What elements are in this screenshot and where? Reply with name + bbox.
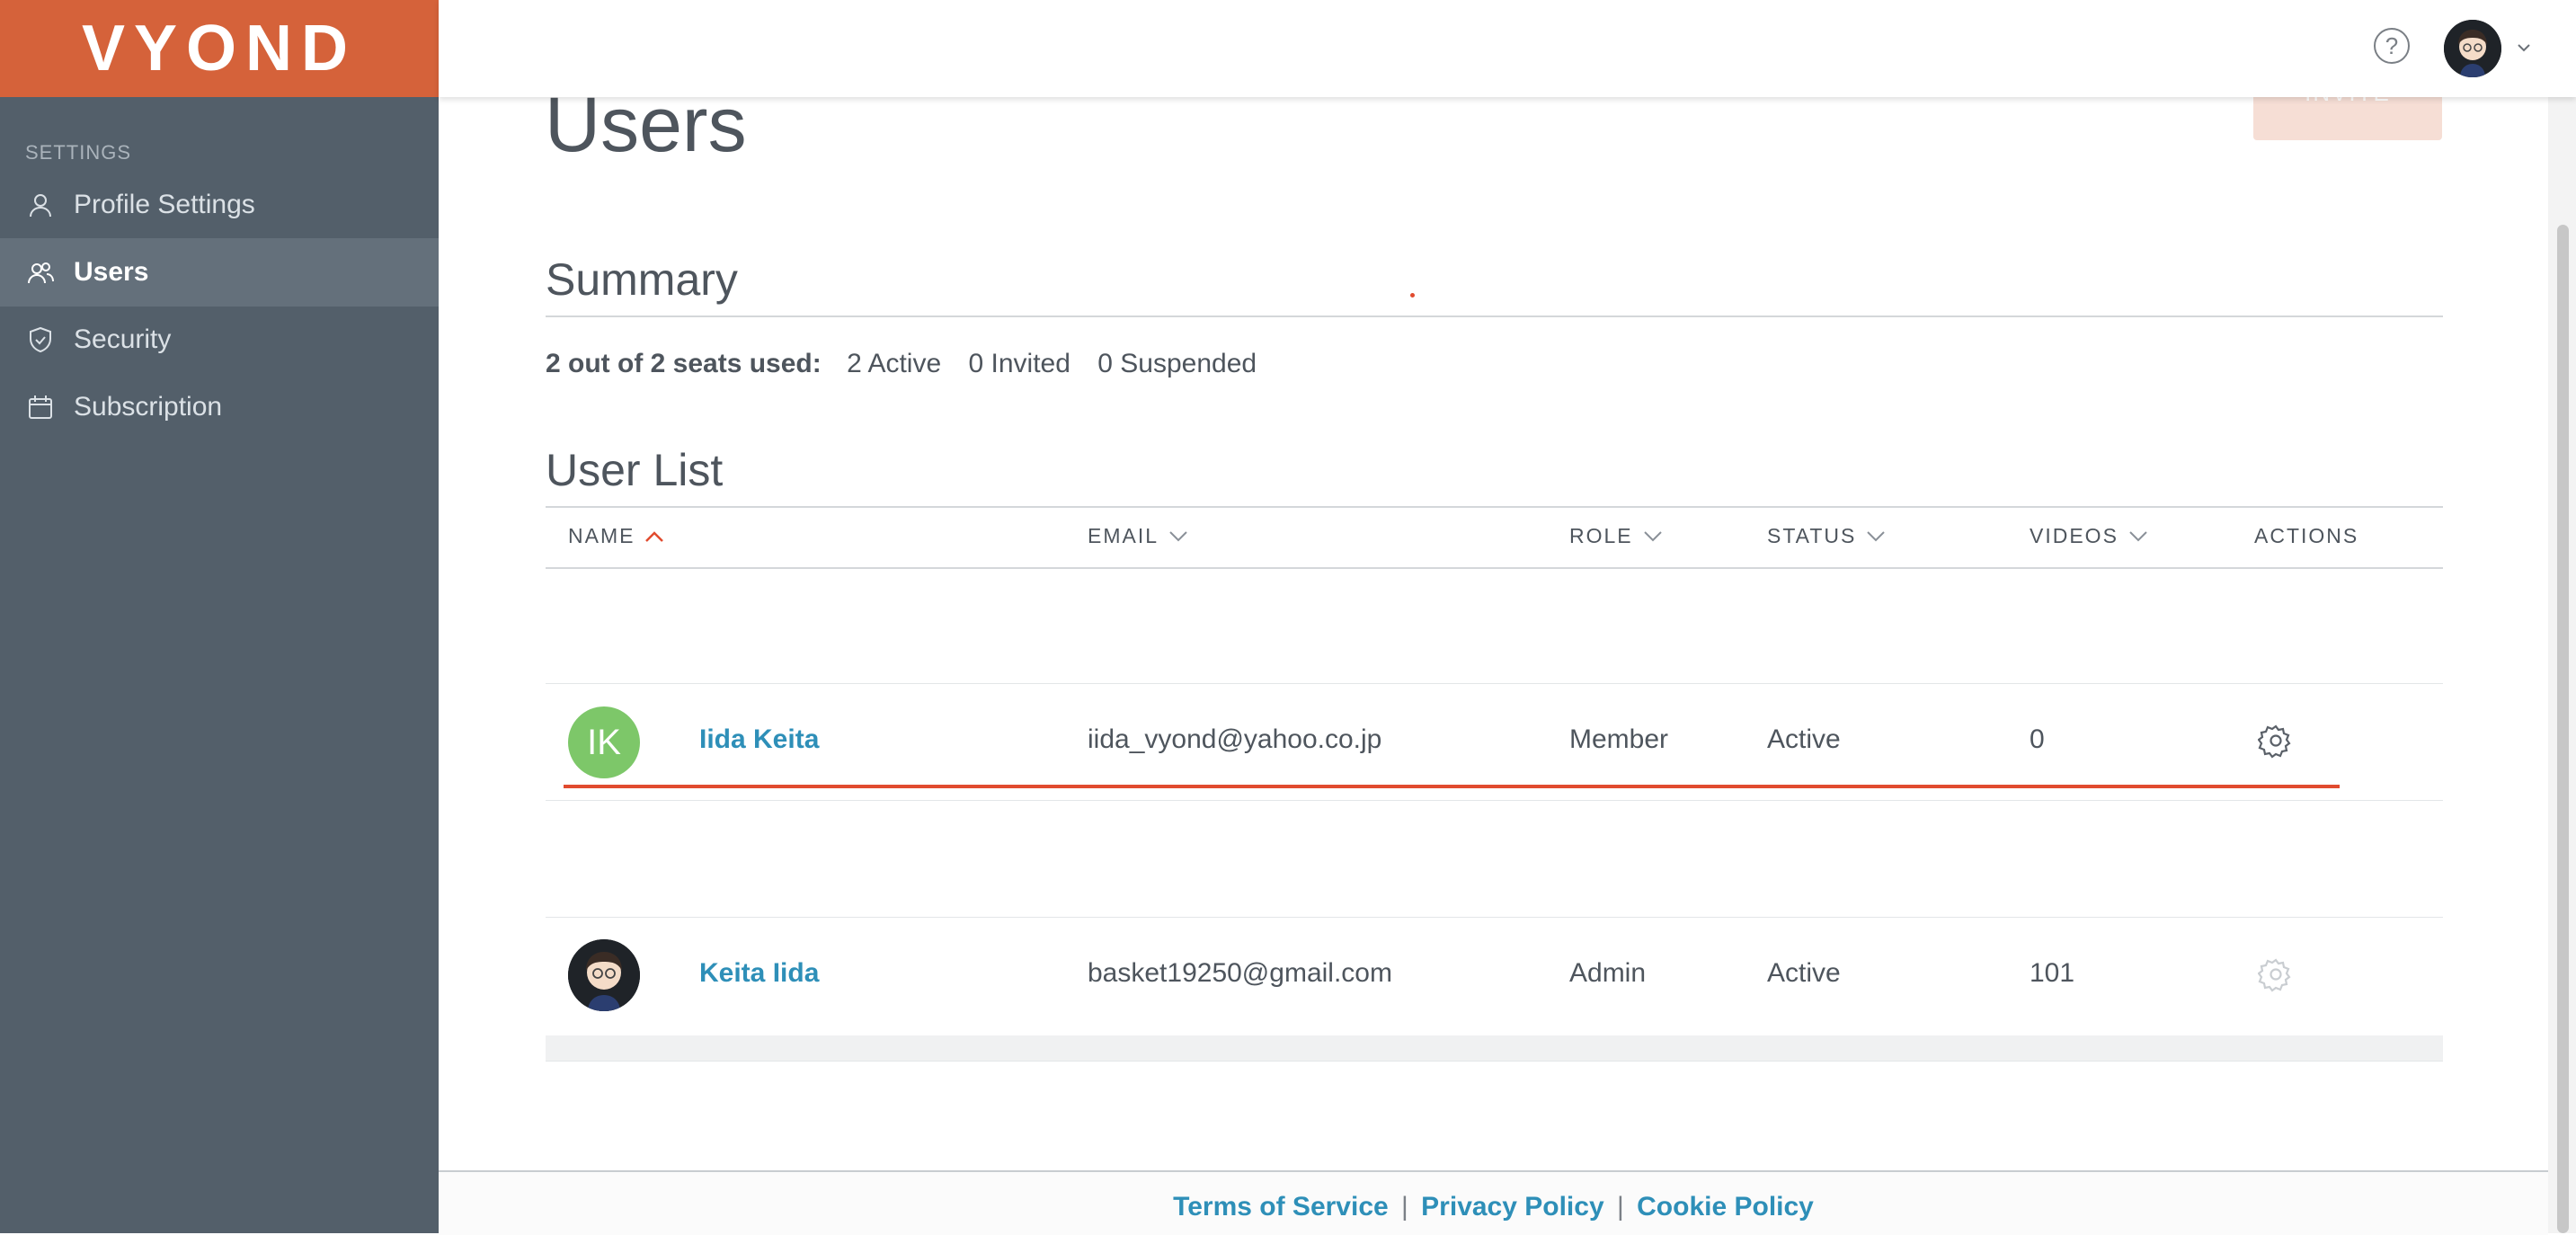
user-name-link[interactable]: Iida Keita — [699, 724, 819, 755]
sidebar-item-profile-settings[interactable]: Profile Settings — [0, 171, 439, 239]
logo-text: VYOND — [81, 13, 358, 84]
summary-divider — [546, 315, 2443, 317]
help-glyph: ? — [2385, 31, 2399, 59]
column-header-role[interactable]: ROLE — [1569, 524, 1664, 548]
gear-icon — [2258, 958, 2291, 992]
red-dot-marker — [1410, 293, 1415, 298]
user-avatar[interactable] — [2444, 20, 2501, 77]
table-bottom-bar — [546, 1035, 2443, 1062]
row-separator — [546, 800, 2443, 801]
suspended-count: 0 Suspended — [1097, 349, 1257, 378]
cookie-policy-link[interactable]: Cookie Policy — [1637, 1192, 1814, 1222]
sidebar-item-label: Users — [74, 257, 149, 287]
sidebar-item-label: Subscription — [74, 392, 223, 422]
chevron-down-icon[interactable] — [2516, 40, 2532, 56]
footer-separator: | — [1401, 1192, 1408, 1222]
column-header-status[interactable]: STATUS — [1767, 524, 1887, 548]
sidebar-item-subscription[interactable]: Subscription — [0, 373, 439, 441]
privacy-policy-link[interactable]: Privacy Policy — [1421, 1192, 1603, 1222]
row-separator — [546, 683, 2443, 684]
user-status: Active — [1767, 724, 1841, 754]
scrollbar-thumb[interactable] — [2557, 225, 2569, 1233]
footer-separator: | — [1616, 1192, 1624, 1222]
column-header-label: ACTIONS — [2254, 524, 2359, 547]
column-header-label: NAME — [568, 524, 635, 547]
user-list-heading: User List — [546, 445, 724, 495]
column-header-name[interactable]: NAME — [568, 524, 665, 548]
column-header-label: VIDEOS — [2030, 524, 2119, 547]
user-email: iida_vyond@yahoo.co.jp — [1088, 724, 1382, 754]
user-name-link[interactable]: Keita Iida — [699, 958, 819, 989]
user-role: Admin — [1569, 958, 1647, 988]
row-separator — [546, 917, 2443, 918]
summary-line: 2 out of 2 seats used: 2 Active 0 Invite… — [546, 349, 1257, 379]
user-list-divider — [546, 506, 2443, 508]
top-header-bar — [439, 0, 2576, 97]
column-header-label: STATUS — [1767, 524, 1857, 547]
chevron-up-icon — [645, 530, 664, 542]
active-count: 2 Active — [847, 349, 942, 378]
gear-icon[interactable] — [2258, 723, 2294, 759]
chevron-down-icon — [1169, 530, 1187, 541]
sidebar-item-label: Profile Settings — [74, 190, 255, 219]
users-icon — [25, 257, 56, 288]
column-header-label: ROLE — [1569, 524, 1633, 547]
chevron-down-icon — [1867, 530, 1886, 541]
sidebar-item-label: Security — [74, 324, 172, 354]
user-videos: 0 — [2030, 724, 2045, 754]
column-header-actions: ACTIONS — [2254, 524, 2358, 548]
column-header-label: EMAIL — [1088, 524, 1159, 547]
user-videos: 101 — [2030, 958, 2075, 988]
brand-logo[interactable]: VYOND — [0, 0, 439, 97]
user-role: Member — [1569, 724, 1669, 754]
chevron-down-icon — [2129, 530, 2147, 541]
user-initials-avatar: IK — [568, 706, 640, 778]
sidebar-section-label: SETTINGS — [25, 141, 132, 164]
user-email: basket19250@gmail.com — [1088, 958, 1392, 988]
sidebar-item-security[interactable]: Security — [0, 306, 439, 374]
column-header-email[interactable]: EMAIL — [1088, 524, 1189, 548]
seats-used-text: 2 out of 2 seats used: — [546, 349, 822, 378]
person-icon — [25, 190, 56, 220]
footer: Terms of Service | Privacy Policy | Cook… — [439, 1170, 2548, 1235]
chevron-down-icon — [1643, 530, 1662, 541]
invited-count: 0 Invited — [968, 349, 1070, 378]
summary-heading: Summary — [546, 254, 738, 305]
table-header-divider — [546, 567, 2443, 569]
highlight-underline — [564, 785, 2340, 788]
question-circle-icon[interactable]: ? — [2374, 28, 2410, 64]
sidebar-item-users[interactable]: Users — [0, 238, 439, 307]
calendar-icon — [25, 392, 56, 422]
user-status: Active — [1767, 958, 1841, 988]
column-header-videos[interactable]: VIDEOS — [2030, 524, 2149, 548]
footer-links: Terms of Service | Privacy Policy | Cook… — [439, 1192, 2548, 1222]
user-avatar — [568, 939, 640, 1011]
shield-icon — [25, 324, 56, 355]
sidebar: VYOND SETTINGS Profile Settings Users Se… — [0, 0, 439, 1233]
terms-of-service-link[interactable]: Terms of Service — [1173, 1192, 1389, 1222]
